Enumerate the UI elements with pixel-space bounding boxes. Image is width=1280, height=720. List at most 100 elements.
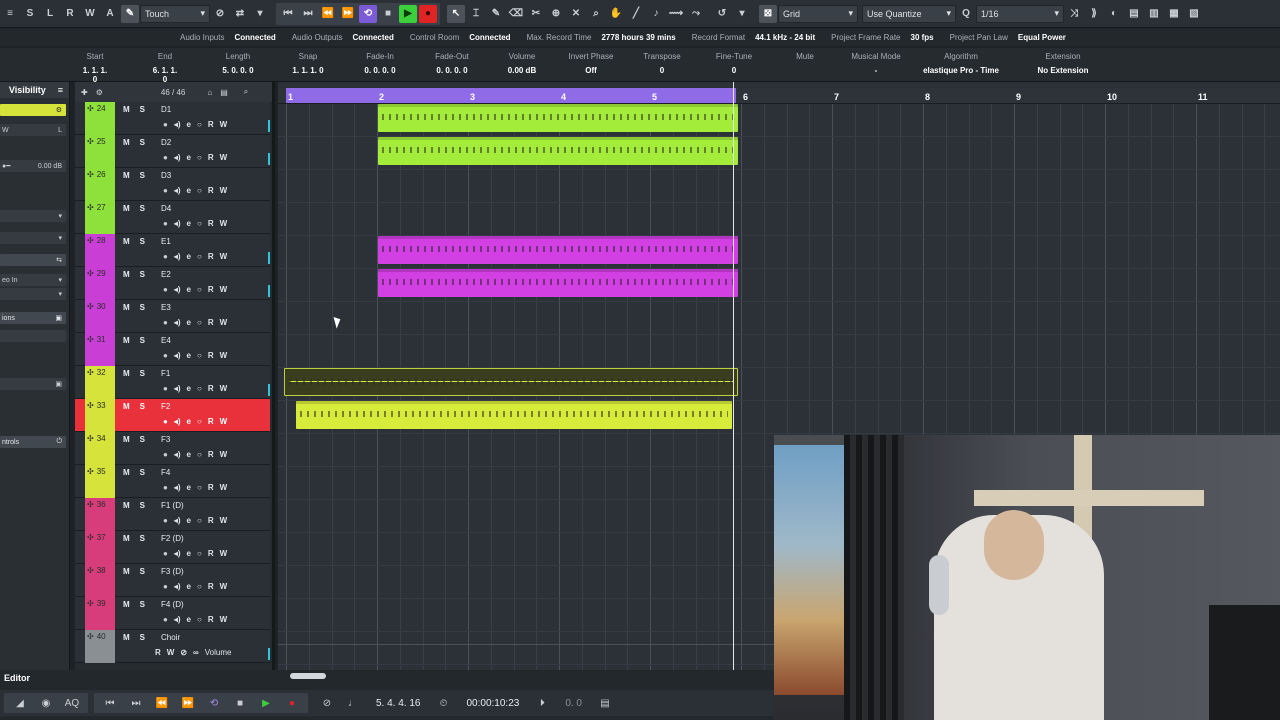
add-track-icon[interactable]: ✚ bbox=[81, 88, 88, 97]
mute-button[interactable]: M bbox=[123, 501, 130, 510]
erase-tool-icon[interactable]: ⌫ bbox=[507, 5, 525, 23]
track-name[interactable]: F1 bbox=[161, 369, 170, 378]
freeze-icon[interactable]: ○ bbox=[197, 351, 202, 360]
info-length[interactable]: Length 5. 0. 0. 0 bbox=[218, 52, 258, 75]
go-to-end-icon[interactable]: ⏭ bbox=[123, 694, 149, 712]
record-enable-icon[interactable]: ● bbox=[163, 582, 168, 591]
monitor-icon[interactable]: ◂) bbox=[174, 285, 181, 294]
track-header[interactable]: ✣ 35 M S F4 ● ◂) e ○ R W bbox=[75, 465, 270, 498]
monitor-icon[interactable]: ◂) bbox=[174, 318, 181, 327]
read-button[interactable]: R bbox=[208, 516, 214, 525]
solo-button[interactable]: S bbox=[140, 105, 145, 114]
info-fade-out[interactable]: Fade-Out 0. 0. 0. 0 bbox=[432, 52, 472, 75]
solo-button[interactable]: S bbox=[140, 303, 145, 312]
track-name[interactable]: F2 bbox=[161, 402, 170, 411]
grid-type-select[interactable]: Grid ▾ bbox=[778, 4, 858, 23]
freeze-icon[interactable]: ○ bbox=[197, 516, 202, 525]
speaker-tool-icon[interactable]: ♪ bbox=[647, 5, 665, 23]
write-letter[interactable]: W bbox=[2, 127, 9, 134]
record-enable-icon[interactable]: ● bbox=[163, 549, 168, 558]
write-button[interactable]: W bbox=[220, 120, 228, 129]
monitor-icon[interactable]: ◂) bbox=[174, 549, 181, 558]
read-button[interactable]: R bbox=[208, 351, 214, 360]
track-header[interactable]: ✣ 27 M S D4 ● ◂) e ○ R W bbox=[75, 201, 270, 234]
cycle-button[interactable]: ⟲ bbox=[359, 4, 377, 23]
visibility-tab[interactable]: Visibility bbox=[9, 85, 46, 95]
read-button[interactable]: R bbox=[155, 648, 161, 657]
snap-icon[interactable]: ⊠ bbox=[759, 4, 777, 23]
monitor-icon[interactable]: ◂) bbox=[174, 351, 181, 360]
solo-button[interactable]: S bbox=[140, 336, 145, 345]
ruler[interactable]: 1 2 3 4 5 6 7 8 9 10 11 bbox=[278, 88, 1280, 104]
monitor-icon[interactable]: ◂) bbox=[174, 582, 181, 591]
inspector-routing-output[interactable]: ▾ bbox=[0, 288, 66, 300]
speaker-icon[interactable]: ◢ bbox=[7, 694, 33, 712]
mute-button[interactable]: M bbox=[123, 567, 130, 576]
inspector-section-header-1[interactable]: ions ▣ bbox=[0, 312, 66, 324]
quantize-value-select[interactable]: 1/16 ▾ bbox=[976, 4, 1064, 23]
track-name[interactable]: E1 bbox=[161, 237, 171, 246]
record-enable-icon[interactable]: ● bbox=[163, 483, 168, 492]
reduce-icon[interactable]: ⇄ bbox=[231, 5, 249, 23]
solo-button[interactable]: S bbox=[140, 567, 145, 576]
write-button[interactable]: W bbox=[220, 252, 228, 261]
solo-button[interactable]: S bbox=[140, 369, 145, 378]
play-button[interactable]: ▶ bbox=[399, 4, 417, 23]
track-header[interactable]: ✣ 24 M S D1 ● ◂) e ○ R W bbox=[75, 102, 270, 135]
chevron-down-icon[interactable]: ▾ bbox=[251, 5, 269, 23]
track-name[interactable]: F3 (D) bbox=[161, 567, 184, 576]
freeze-icon[interactable]: ○ bbox=[197, 219, 202, 228]
project-cursor[interactable] bbox=[733, 82, 734, 670]
media-bay-icon[interactable]: ▤ bbox=[1125, 5, 1143, 23]
write-button[interactable]: W bbox=[220, 219, 228, 228]
edit-icon[interactable]: e bbox=[187, 615, 191, 624]
info-transpose[interactable]: Transpose 0 bbox=[640, 52, 684, 75]
record-enable-icon[interactable]: ● bbox=[163, 120, 168, 129]
object-selection-tool-icon[interactable]: ↖ bbox=[447, 4, 465, 23]
mute-button[interactable]: M bbox=[123, 633, 130, 642]
go-to-start-icon[interactable]: ⏮ bbox=[279, 5, 297, 23]
iterative-quantize-icon[interactable]: ⤨ bbox=[1065, 5, 1083, 23]
track-name[interactable]: F4 (D) bbox=[161, 600, 184, 609]
record-button[interactable]: ● bbox=[419, 4, 437, 23]
edit-icon[interactable]: e bbox=[187, 450, 191, 459]
audio-event-d2[interactable] bbox=[378, 137, 738, 165]
solo-button[interactable]: S bbox=[140, 600, 145, 609]
cycle-button[interactable]: ⟲ bbox=[201, 694, 227, 712]
write-button[interactable]: W bbox=[220, 450, 228, 459]
edit-icon[interactable]: e bbox=[187, 549, 191, 558]
mute-button[interactable]: M bbox=[123, 171, 130, 180]
edit-icon[interactable]: e bbox=[187, 153, 191, 162]
inspector-routing-input[interactable]: eo In ▾ bbox=[0, 274, 66, 286]
solo-button[interactable]: S bbox=[140, 435, 145, 444]
lower-zone-icon[interactable]: ▦ bbox=[1165, 5, 1183, 23]
punch-icon[interactable]: ⊘ bbox=[314, 694, 340, 712]
edit-icon[interactable]: e bbox=[187, 417, 191, 426]
record-enable-icon[interactable]: ● bbox=[163, 384, 168, 393]
track-name[interactable]: D4 bbox=[161, 204, 171, 213]
track-name[interactable]: Choir bbox=[161, 633, 180, 642]
info-algorithm[interactable]: Algorithm elastique Pro - Time bbox=[916, 52, 1006, 75]
audio-event-e1[interactable] bbox=[378, 236, 738, 264]
inspector-slot-2[interactable]: ▣ bbox=[0, 378, 66, 390]
mute-button[interactable]: M bbox=[123, 204, 130, 213]
monitor-icon[interactable]: ◂) bbox=[174, 252, 181, 261]
info-snap[interactable]: Snap 1. 1. 1. 0 bbox=[290, 52, 326, 75]
monitor-icon[interactable]: ◂) bbox=[174, 483, 181, 492]
mute-button[interactable]: M bbox=[123, 336, 130, 345]
previous-marker-icon[interactable]: ⏭ bbox=[299, 5, 317, 23]
mute-button[interactable]: M bbox=[123, 105, 130, 114]
audio-event-f1[interactable] bbox=[284, 368, 738, 396]
monitor-icon[interactable]: ◂) bbox=[174, 186, 181, 195]
automation-letter-r[interactable]: R bbox=[61, 5, 79, 23]
audio-event-f2[interactable] bbox=[296, 401, 732, 429]
track-name[interactable]: F3 bbox=[161, 435, 170, 444]
write-button[interactable]: W bbox=[220, 318, 228, 327]
automation-mode-select[interactable]: Touch ▾ bbox=[140, 4, 210, 23]
track-name[interactable]: D3 bbox=[161, 171, 171, 180]
track-header[interactable]: ✣ 34 M S F3 ● ◂) e ○ R W bbox=[75, 432, 270, 465]
track-name[interactable]: F2 (D) bbox=[161, 534, 184, 543]
edit-icon[interactable]: e bbox=[187, 483, 191, 492]
automation-letter-l[interactable]: L bbox=[41, 5, 59, 23]
track-header[interactable]: ✣ 25 M S D2 ● ◂) e ○ R W bbox=[75, 135, 270, 168]
